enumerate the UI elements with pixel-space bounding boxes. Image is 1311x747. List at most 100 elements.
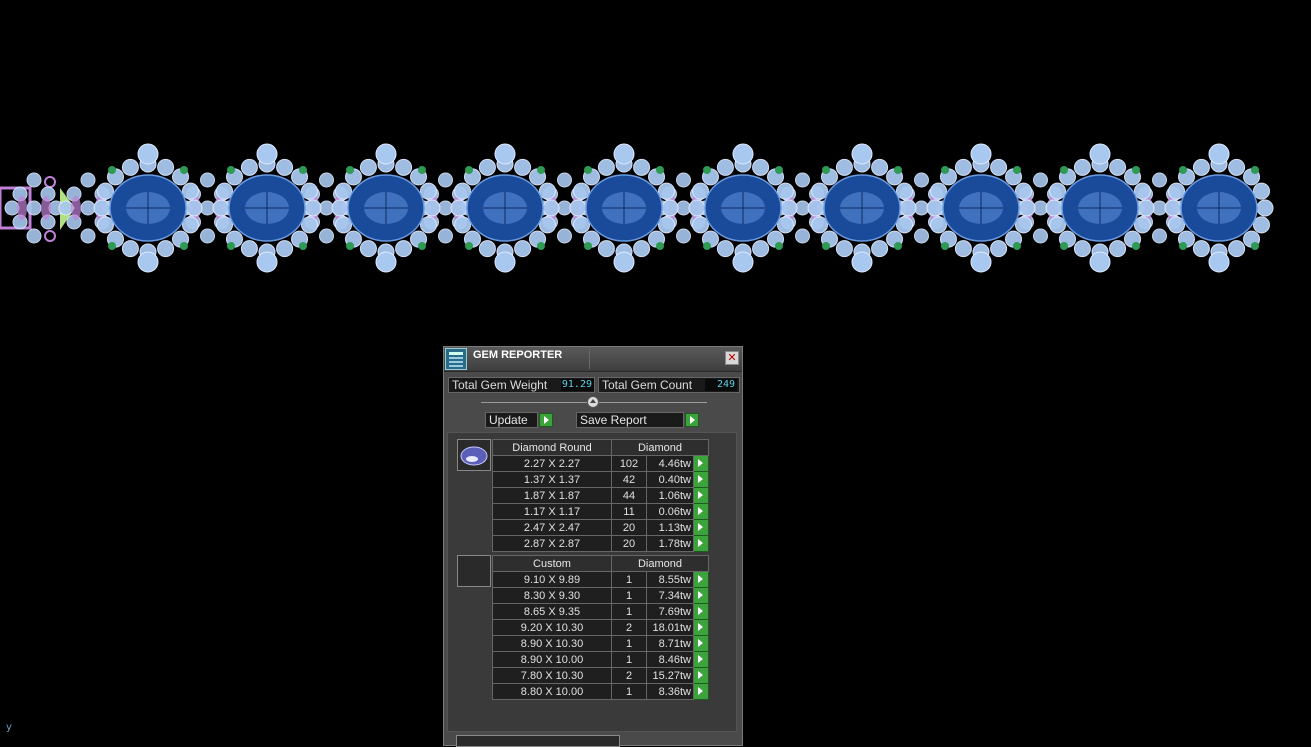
prong [1013,242,1021,250]
select-gem-arrow-icon[interactable] [693,683,709,700]
update-go-icon[interactable] [539,413,553,427]
save-report-button[interactable]: Save Report [576,412,684,428]
halo-stone [359,240,377,258]
halo-stone [185,199,203,217]
prong [703,166,711,174]
gem-count-cell: 42 [611,471,647,488]
gem-weight-cell: 8.36tw [646,683,694,700]
table-row[interactable]: 7.80 X 10.30 2 15.27tw [492,667,709,684]
gem-weight-cell: 7.34tw [646,587,694,604]
gem-count-cell: 1 [611,587,647,604]
select-gem-arrow-icon[interactable] [693,535,709,552]
gem-size-cell: 7.80 X 10.30 [492,667,612,684]
halo-stone [1164,199,1182,217]
halo-stone [359,158,377,176]
prong [418,242,426,250]
accent-stone [438,228,453,244]
halo-stone [1256,199,1274,217]
select-gem-arrow-icon[interactable] [693,651,709,668]
select-gem-arrow-icon[interactable] [693,571,709,588]
bottom-dropdown[interactable] [456,735,620,747]
halo-stone [478,240,496,258]
table-row[interactable]: 8.90 X 10.30 1 8.71tw [492,635,709,652]
halo-stone [954,240,972,258]
prong [941,166,949,174]
table-row[interactable]: 8.90 X 10.00 1 8.46tw [492,651,709,668]
halo-stone [1133,182,1151,200]
table-row[interactable]: 1.37 X 1.37 42 0.40tw [492,471,709,488]
accent-stone [80,172,96,188]
table-row[interactable]: 1.17 X 1.17 11 0.06tw [492,503,709,520]
close-icon[interactable]: ✕ [725,351,739,365]
select-gem-arrow-icon[interactable] [693,455,709,472]
halo-stone [514,240,532,258]
accent-stone [676,228,691,244]
halo-stone [454,216,472,234]
table-row[interactable]: 8.80 X 10.00 1 8.36tw [492,683,709,700]
prong [1132,166,1140,174]
table-row[interactable]: 2.87 X 2.87 20 1.78tw [492,535,709,552]
table-row[interactable]: 8.30 X 9.30 1 7.34tw [492,587,709,604]
diamond-round-table: Diamond Round Diamond 2.27 X 2.27 102 4.46… [492,439,709,552]
collapse-handle[interactable] [587,396,599,408]
halo-stone [121,240,139,258]
halo-stone [419,216,437,234]
halo-stone [93,199,111,217]
axis-indicator: y [6,722,12,733]
bracelet-model[interactable] [0,140,1311,280]
prong [465,242,473,250]
accent-stone [795,228,810,244]
select-gem-arrow-icon[interactable] [693,487,709,504]
prong [346,166,354,174]
table-row[interactable]: 1.87 X 1.87 44 1.06tw [492,487,709,504]
title-bar[interactable]: GEM REPORTER ✕ [444,347,742,372]
select-gem-arrow-icon[interactable] [693,619,709,636]
accent-stone [80,228,96,244]
halo-stone [181,182,199,200]
table-row[interactable]: 2.27 X 2.27 102 4.46tw [492,455,709,472]
update-button[interactable]: Update [485,412,538,428]
accent-stone [26,200,42,216]
halo-stone [835,158,853,176]
halo-stone [716,158,734,176]
halo-stone [732,143,754,165]
table-row[interactable]: 8.65 X 9.35 1 7.69tw [492,603,709,620]
custom-thumbnail-icon[interactable] [457,555,491,587]
select-gem-arrow-icon[interactable] [693,667,709,684]
diamond-round-thumbnail-icon[interactable] [457,439,491,471]
prong [894,242,902,250]
total-gem-count-field: Total Gem Count 249 [598,377,740,393]
title-divider [589,349,590,369]
gem-count-cell: 2 [611,667,647,684]
accent-stone [200,228,215,244]
prong [1013,166,1021,174]
halo-stone [716,240,734,258]
halo-stone [970,143,992,165]
select-gem-arrow-icon[interactable] [693,519,709,536]
gem-weight-cell: 8.46tw [646,651,694,668]
halo-stone [1089,251,1111,273]
halo-stone [752,158,770,176]
accent-stone [914,200,929,216]
halo-stone [851,251,873,273]
gem-size-cell: 1.87 X 1.87 [492,487,612,504]
total-gem-count-label: Total Gem Count [602,378,693,392]
table-row[interactable]: 9.10 X 9.89 1 8.55tw [492,571,709,588]
table-row[interactable]: 2.47 X 2.47 20 1.13tw [492,519,709,536]
halo-stone [1049,182,1067,200]
halo-stone [240,240,258,258]
select-gem-arrow-icon[interactable] [693,471,709,488]
halo-stone [1208,251,1230,273]
accent-stone [557,228,572,244]
select-gem-arrow-icon[interactable] [693,603,709,620]
save-report-go-icon[interactable] [685,413,699,427]
halo-stone [1014,216,1032,234]
table-row[interactable]: 9.20 X 10.30 2 18.01tw [492,619,709,636]
clasp-ring [44,176,56,188]
select-gem-arrow-icon[interactable] [693,503,709,520]
select-gem-arrow-icon[interactable] [693,587,709,604]
prong [465,166,473,174]
accent-stone [557,200,572,216]
select-gem-arrow-icon[interactable] [693,635,709,652]
accent-stone [914,172,929,188]
